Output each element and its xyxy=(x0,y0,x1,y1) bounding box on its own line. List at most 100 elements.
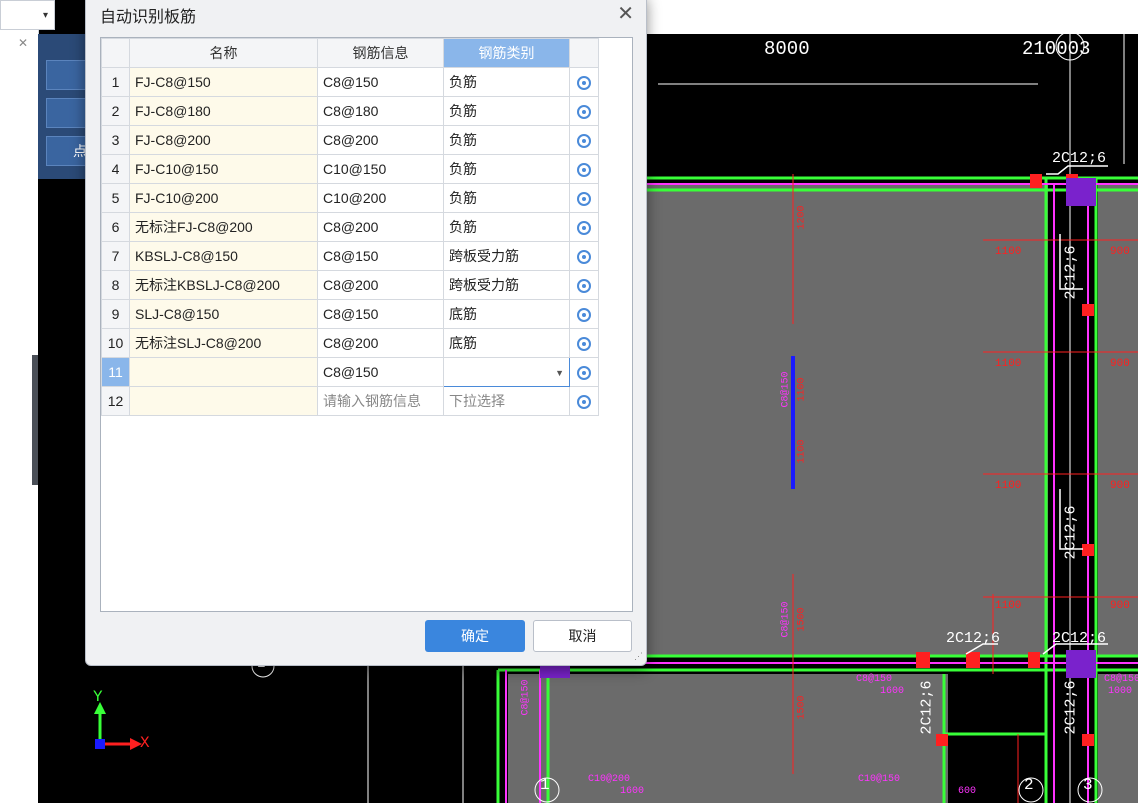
row-number[interactable]: 7 xyxy=(101,241,130,271)
rebar-category-cell[interactable]: 下拉选择 xyxy=(443,386,570,416)
row-number[interactable]: 1 xyxy=(101,67,130,97)
table-row[interactable]: 7 KBSLJ-C8@150 C8@150 跨板受力筋 xyxy=(101,241,599,271)
locate-button[interactable] xyxy=(569,386,599,416)
column-header-rebar-category[interactable]: 钢筋类别 xyxy=(443,38,570,68)
rebar-category-cell[interactable]: 负筋 xyxy=(443,154,570,184)
table-row[interactable]: 4 FJ-C10@150 C10@150 负筋 xyxy=(101,154,599,184)
rebar-info-cell[interactable]: C8@200 xyxy=(317,270,444,300)
point-button[interactable]: 点 xyxy=(46,136,90,166)
ok-button[interactable]: 确定 xyxy=(425,620,525,652)
rebar-category-cell[interactable]: 跨板受力筋 xyxy=(443,241,570,271)
locate-button[interactable] xyxy=(569,183,599,213)
rebar-category-cell[interactable]: 底筋 xyxy=(443,299,570,329)
cad-top-strip xyxy=(645,0,1138,35)
ucs-axis-x: X xyxy=(140,734,150,752)
row-number[interactable]: 12 xyxy=(101,386,130,416)
panel-button[interactable] xyxy=(46,98,90,128)
locate-button[interactable] xyxy=(569,357,599,387)
rebar-info-cell[interactable]: C8@200 xyxy=(317,125,444,155)
left-combo-box[interactable]: ▾ xyxy=(0,0,55,30)
rebar-info-cell[interactable]: C10@150 xyxy=(317,154,444,184)
locate-button[interactable] xyxy=(569,299,599,329)
table-row[interactable]: 11 C8@150 ▼ xyxy=(101,357,599,387)
name-cell[interactable]: FJ-C8@150 xyxy=(129,67,318,97)
locate-header xyxy=(569,38,599,68)
rebar-category-cell[interactable]: ▼ xyxy=(443,357,570,387)
locate-button[interactable] xyxy=(569,328,599,358)
name-cell[interactable] xyxy=(129,386,318,416)
rebar-info-cell[interactable]: C8@150 xyxy=(317,67,444,97)
name-cell[interactable]: FJ-C10@200 xyxy=(129,183,318,213)
rebar-info-cell[interactable]: C10@200 xyxy=(317,183,444,213)
row-number[interactable]: 4 xyxy=(101,154,130,184)
close-icon[interactable]: ✕ xyxy=(18,36,28,50)
rebar-category-cell[interactable]: 底筋 xyxy=(443,328,570,358)
rebar-category-cell[interactable]: 跨板受力筋 xyxy=(443,270,570,300)
rebar-category-cell[interactable]: 负筋 xyxy=(443,183,570,213)
name-cell[interactable]: FJ-C8@200 xyxy=(129,125,318,155)
table-row[interactable]: 5 FJ-C10@200 C10@200 负筋 xyxy=(101,183,599,213)
column-header-rebar-info[interactable]: 钢筋信息 xyxy=(317,38,444,68)
name-cell[interactable]: KBSLJ-C8@150 xyxy=(129,241,318,271)
table-row[interactable]: 8 无标注KBSLJ-C8@200 C8@200 跨板受力筋 xyxy=(101,270,599,300)
rebar-category-cell[interactable]: 负筋 xyxy=(443,67,570,97)
locate-button[interactable] xyxy=(569,96,599,126)
table-row[interactable]: 12 请输入钢筋信息 下拉选择 xyxy=(101,386,599,416)
close-icon[interactable]: ✕ xyxy=(617,1,634,26)
rebar-info-cell[interactable]: C8@150 xyxy=(317,241,444,271)
cancel-button[interactable]: 取消 xyxy=(533,620,632,652)
table-row[interactable]: 9 SLJ-C8@150 C8@150 底筋 xyxy=(101,299,599,329)
dropdown-arrow-icon[interactable]: ▼ xyxy=(555,368,564,378)
axis-label: 2 xyxy=(1024,776,1034,794)
panel-button[interactable] xyxy=(46,60,90,90)
rebar-info-cell[interactable]: C8@200 xyxy=(317,328,444,358)
locate-button[interactable] xyxy=(569,212,599,242)
row-number[interactable]: 5 xyxy=(101,183,130,213)
name-cell[interactable]: SLJ-C8@150 xyxy=(129,299,318,329)
ucs-axis-y: Y xyxy=(93,688,103,706)
locate-button[interactable] xyxy=(569,270,599,300)
locate-icon xyxy=(577,105,591,120)
rebar-info-cell[interactable]: C8@150 xyxy=(317,357,444,387)
table-row[interactable]: 2 FJ-C8@180 C8@180 负筋 xyxy=(101,96,599,126)
row-number[interactable]: 10 xyxy=(101,328,130,358)
row-number[interactable]: 3 xyxy=(101,125,130,155)
rebar-label: 2C12;6 xyxy=(918,680,936,735)
rebar-info-cell-text: C8@150 xyxy=(323,248,379,264)
locate-button[interactable] xyxy=(569,125,599,155)
row-number[interactable]: 9 xyxy=(101,299,130,329)
rebar-category-cell[interactable]: 负筋 xyxy=(443,125,570,155)
rebar-category-cell[interactable]: 负筋 xyxy=(443,212,570,242)
rebar-info-cell[interactable]: C8@180 xyxy=(317,96,444,126)
resize-grip-icon[interactable]: ⋰ xyxy=(634,651,643,662)
row-number[interactable]: 6 xyxy=(101,212,130,242)
rebar-grid: 名称 钢筋信息 钢筋类别 1 FJ-C8@150 C8@150 负筋 2 FJ-C8@18… xyxy=(100,37,633,612)
row-number[interactable]: 2 xyxy=(101,96,130,126)
locate-button[interactable] xyxy=(569,154,599,184)
name-cell[interactable]: 无标注FJ-C8@200 xyxy=(129,212,318,242)
table-row[interactable]: 10 无标注SLJ-C8@200 C8@200 底筋 xyxy=(101,328,599,358)
table-row[interactable]: 1 FJ-C8@150 C8@150 负筋 xyxy=(101,67,599,97)
locate-button[interactable] xyxy=(569,67,599,97)
name-cell[interactable]: 无标注KBSLJ-C8@200 xyxy=(129,270,318,300)
table-row[interactable]: 6 无标注FJ-C8@200 C8@200 负筋 xyxy=(101,212,599,242)
locate-icon xyxy=(577,221,591,236)
dim-label: 1600 xyxy=(620,786,645,797)
row-number[interactable]: 8 xyxy=(101,270,130,300)
name-cell[interactable]: FJ-C8@180 xyxy=(129,96,318,126)
name-cell[interactable] xyxy=(129,357,318,387)
column-header-name[interactable]: 名称 xyxy=(129,38,318,68)
rebar-info-cell[interactable]: C8@150 xyxy=(317,299,444,329)
rebar-category-cell-text: 底筋 xyxy=(449,306,477,322)
rebar-category-cell[interactable]: 负筋 xyxy=(443,96,570,126)
row-number[interactable]: 11 xyxy=(101,357,130,387)
rebar-info-cell-text: C8@180 xyxy=(323,103,379,119)
dim-label: 1000 xyxy=(1108,686,1133,697)
rebar-label: 2C12;6 xyxy=(1052,630,1107,647)
table-row[interactable]: 3 FJ-C8@200 C8@200 负筋 xyxy=(101,125,599,155)
rebar-info-cell[interactable]: C8@200 xyxy=(317,212,444,242)
rebar-info-cell[interactable]: 请输入钢筋信息 xyxy=(317,386,444,416)
name-cell[interactable]: FJ-C10@150 xyxy=(129,154,318,184)
locate-button[interactable] xyxy=(569,241,599,271)
name-cell[interactable]: 无标注SLJ-C8@200 xyxy=(129,328,318,358)
